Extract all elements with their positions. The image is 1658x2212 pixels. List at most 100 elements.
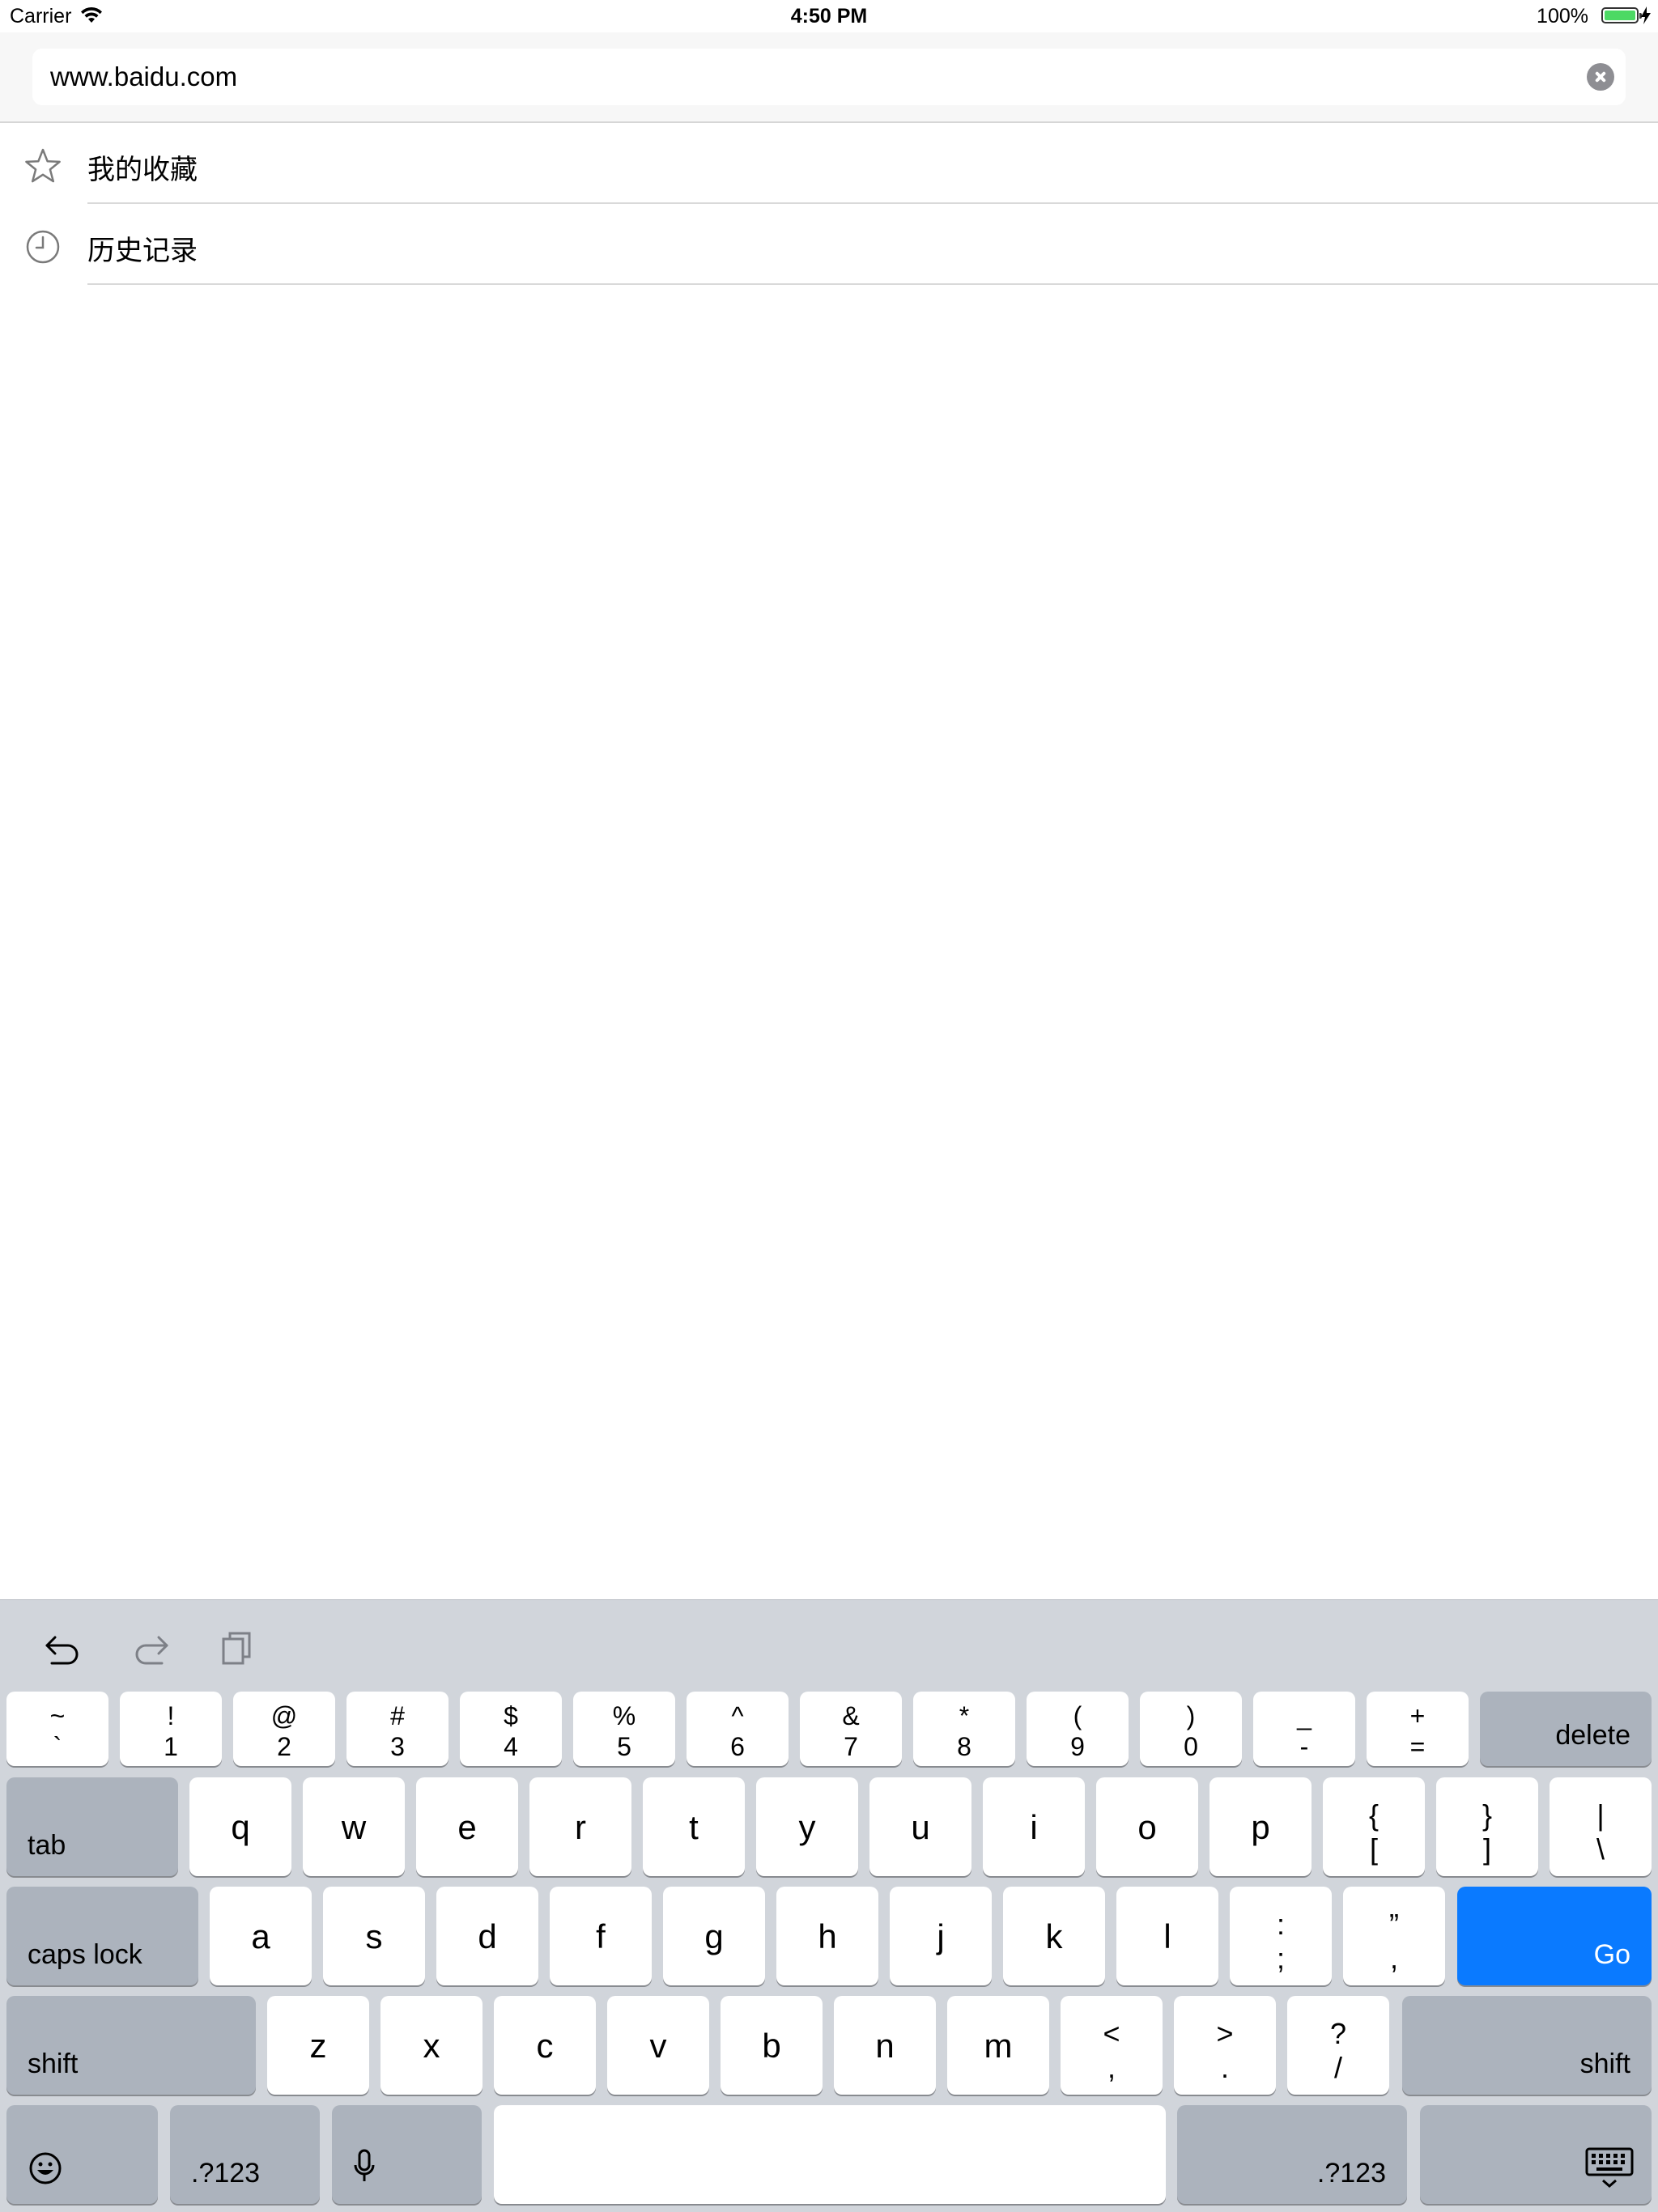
letter-key[interactable]: y (756, 1777, 858, 1876)
key-bottom-label: = (1409, 1732, 1426, 1761)
key-bottom-label: / (1333, 2051, 1342, 2084)
letter-key[interactable]: r (529, 1777, 631, 1876)
numbers-key-left[interactable]: .?123 (170, 2105, 320, 2204)
key-label: n (875, 2027, 895, 2065)
letter-key[interactable]: q (189, 1777, 291, 1876)
paste-icon[interactable] (215, 1626, 261, 1671)
letter-key[interactable]: g (663, 1887, 765, 1985)
status-time: 4:50 PM (790, 5, 868, 28)
number-key[interactable]: (9 (1027, 1692, 1129, 1766)
letter-key[interactable]: z (267, 1996, 369, 2095)
key-top-label: % (612, 1701, 636, 1730)
list-item-favorites[interactable]: 我的收藏 (0, 123, 1658, 204)
letter-key[interactable]: f (550, 1887, 652, 1985)
number-key[interactable]: ~ ` (6, 1692, 108, 1766)
key-bottom-label: 4 (504, 1732, 518, 1761)
space-key[interactable] (494, 2105, 1166, 2204)
shift-key-right[interactable]: shift (1402, 1996, 1652, 2095)
key-top-label: ) (1186, 1701, 1196, 1730)
letter-key[interactable]: i (983, 1777, 1085, 1876)
number-key[interactable]: @2 (233, 1692, 335, 1766)
symbol-key[interactable]: :; (1230, 1887, 1332, 1985)
number-key[interactable]: ) 0 (1140, 1692, 1242, 1766)
symbol-key[interactable]: >. (1174, 1996, 1276, 2095)
letter-key[interactable]: m (947, 1996, 1049, 2095)
letter-key[interactable]: c (494, 1996, 596, 2095)
undo-icon[interactable] (40, 1626, 86, 1671)
delete-key[interactable]: delete (1480, 1692, 1652, 1766)
list-item-label: 我的收藏 (87, 154, 198, 186)
number-key[interactable]: % 5 (573, 1692, 675, 1766)
number-key[interactable]: $4 (460, 1692, 562, 1766)
key-label: l (1163, 1917, 1171, 1955)
key-label: e (457, 1808, 477, 1846)
key-label: w (341, 1808, 367, 1846)
symbol-key[interactable]: | \ (1550, 1777, 1652, 1876)
letter-key[interactable]: n (834, 1996, 936, 2095)
list-item-history[interactable]: 历史记录 (0, 204, 1658, 285)
key-top-label: | (1596, 1798, 1605, 1832)
key-label: y (798, 1808, 816, 1846)
symbol-key[interactable]: ? / (1287, 1996, 1389, 2095)
star-icon (25, 148, 61, 183)
letter-key[interactable]: e (416, 1777, 518, 1876)
symbol-key[interactable]: {[ (1323, 1777, 1425, 1876)
keyboard: delete tab caps lock Go shift shift .?12… (0, 1599, 1658, 2212)
key-label: m (984, 2027, 1013, 2065)
clear-icon[interactable] (1587, 63, 1614, 91)
key-label: r (575, 1808, 586, 1846)
shift-key-left[interactable]: shift (6, 1996, 256, 2095)
key-bottom-label: \ (1596, 1832, 1605, 1866)
number-key[interactable]: & 7 (800, 1692, 902, 1766)
key-top-label: ^ (731, 1701, 744, 1730)
key-label: d (478, 1917, 497, 1955)
redo-icon[interactable] (128, 1626, 173, 1671)
dictation-key[interactable] (332, 2105, 482, 2204)
letter-key[interactable]: h (776, 1887, 878, 1985)
number-key[interactable]: + = (1367, 1692, 1469, 1766)
symbol-key[interactable]: <, (1061, 1996, 1163, 2095)
dismiss-keyboard-key[interactable] (1420, 2105, 1652, 2204)
key-label: p (1251, 1808, 1270, 1846)
letter-key[interactable]: w (303, 1777, 405, 1876)
url-input[interactable] (50, 49, 1556, 105)
letter-key[interactable]: b (721, 1996, 823, 2095)
letter-key[interactable]: d (436, 1887, 538, 1985)
key-label: k (1045, 1917, 1063, 1955)
go-key[interactable]: Go (1457, 1887, 1652, 1985)
letter-key[interactable]: k (1003, 1887, 1105, 1985)
letter-key[interactable]: u (869, 1777, 971, 1876)
numbers-key-right[interactable]: .?123 (1177, 2105, 1407, 2204)
key-bottom-label: - (1299, 1732, 1309, 1761)
letter-key[interactable]: p (1209, 1777, 1312, 1876)
number-key[interactable]: #3 (346, 1692, 449, 1766)
key-bottom-label: 3 (390, 1732, 405, 1761)
key-label: f (596, 1917, 606, 1955)
url-field[interactable] (32, 49, 1626, 105)
number-key[interactable]: ^ 6 (687, 1692, 789, 1766)
emoji-key[interactable] (6, 2105, 158, 2204)
key-top-label: ! (167, 1701, 175, 1730)
symbol-key[interactable]: ”, (1343, 1887, 1445, 1985)
key-label: j (937, 1917, 945, 1955)
letter-key[interactable]: x (380, 1996, 483, 2095)
caps-lock-key[interactable]: caps lock (6, 1887, 198, 1985)
symbol-key[interactable]: }] (1436, 1777, 1538, 1876)
letter-key[interactable]: l (1116, 1887, 1218, 1985)
key-label: u (911, 1808, 930, 1846)
number-key[interactable]: * 8 (913, 1692, 1015, 1766)
number-key[interactable]: ! 1 (120, 1692, 222, 1766)
tab-key[interactable]: tab (6, 1777, 178, 1876)
key-bottom-label: 0 (1184, 1732, 1198, 1761)
letter-key[interactable]: t (643, 1777, 745, 1876)
key-bottom-label: , (1389, 1942, 1398, 1975)
letter-key[interactable]: a (210, 1887, 312, 1985)
letter-key[interactable]: s (323, 1887, 425, 1985)
number-key[interactable]: _ - (1253, 1692, 1355, 1766)
letter-key[interactable]: j (890, 1887, 992, 1985)
emoji-icon (29, 2152, 62, 2184)
letter-key[interactable]: v (607, 1996, 709, 2095)
key-label: g (704, 1917, 724, 1955)
letter-key[interactable]: o (1096, 1777, 1198, 1876)
key-top-label: } (1482, 1798, 1493, 1832)
